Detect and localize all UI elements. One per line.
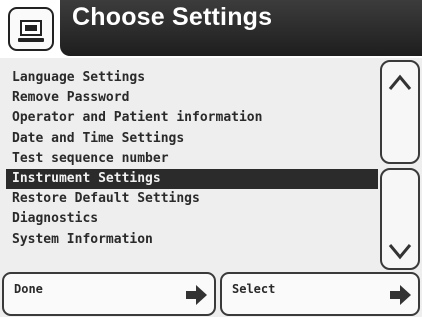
list-item-instrument-settings[interactable]: Instrument Settings	[6, 168, 378, 190]
done-button-label: Done	[14, 282, 43, 296]
list-item-operator-patient-info[interactable]: Operator and Patient information	[0, 108, 378, 128]
page-title: Choose Settings	[72, 3, 273, 31]
done-button[interactable]: Done	[2, 272, 216, 316]
chevron-down-icon	[388, 244, 412, 260]
arrow-right-icon	[186, 285, 207, 305]
settings-screen-icon	[8, 7, 54, 51]
select-button[interactable]: Select	[220, 272, 420, 316]
list-item-language-settings[interactable]: Language Settings	[0, 68, 378, 88]
settings-list: Language Settings Remove Password Operat…	[0, 68, 378, 250]
list-item-test-sequence-number[interactable]: Test sequence number	[0, 149, 378, 169]
list-item-remove-password[interactable]: Remove Password	[0, 88, 378, 108]
select-button-label: Select	[232, 282, 276, 296]
chevron-up-icon	[388, 74, 412, 90]
scroll-up-button[interactable]	[380, 60, 420, 164]
list-item-diagnostics[interactable]: Diagnostics	[0, 209, 378, 229]
scroll-down-button[interactable]	[380, 168, 420, 270]
list-item-restore-default-settings[interactable]: Restore Default Settings	[0, 189, 378, 209]
header: Choose Settings	[0, 0, 422, 58]
arrow-right-icon	[390, 285, 411, 305]
list-item-date-time-settings[interactable]: Date and Time Settings	[0, 129, 378, 149]
list-item-system-information[interactable]: System Information	[0, 230, 378, 250]
settings-screen: Choose Settings Language Settings Remove…	[0, 0, 422, 317]
